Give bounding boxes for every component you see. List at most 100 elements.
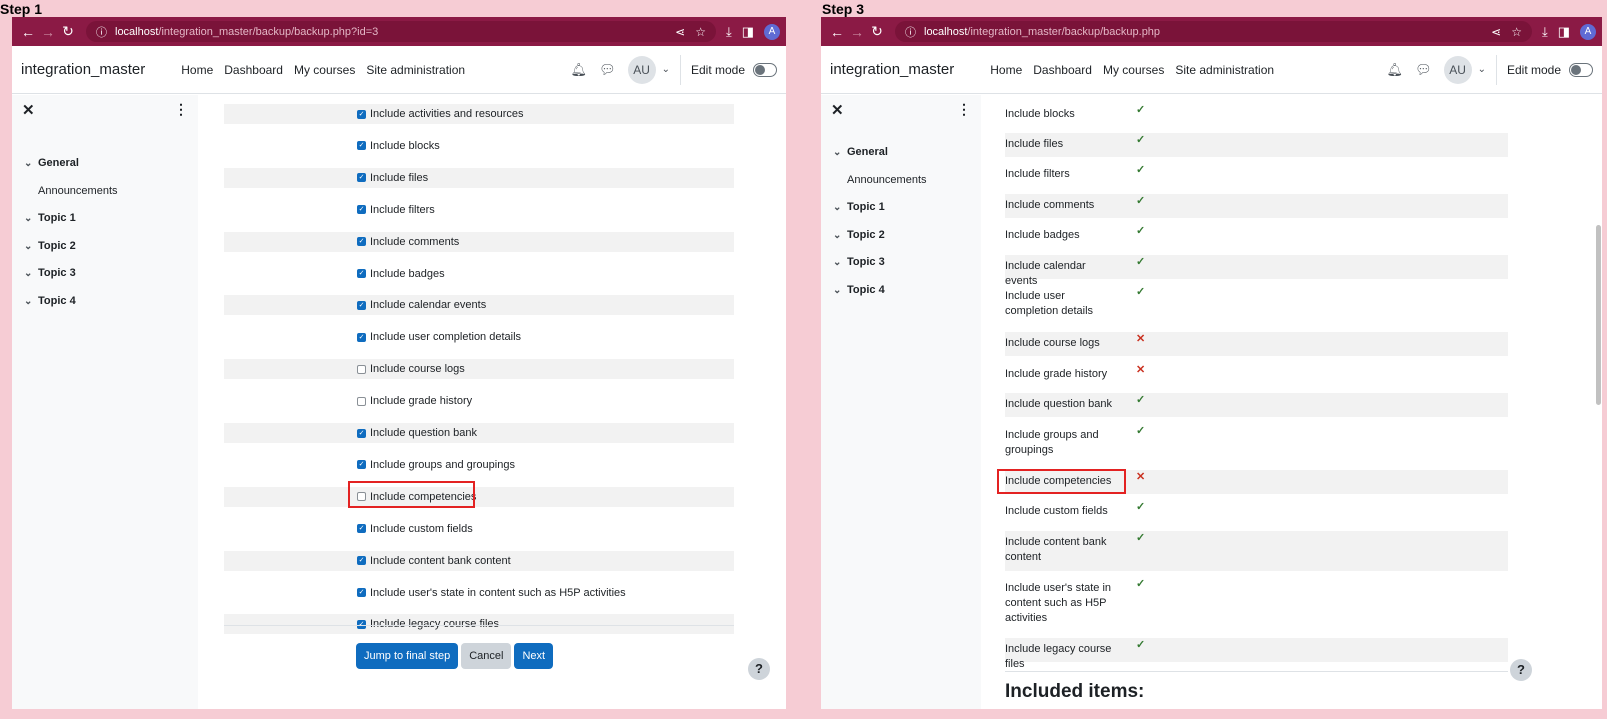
chevron-down-icon: ⌄ xyxy=(833,147,842,158)
setting-checkbox[interactable]: ✓ xyxy=(357,141,366,151)
setting-label[interactable]: Include custom fields xyxy=(370,523,473,535)
checkmark-icon: ✓ xyxy=(1136,578,1146,590)
scrollbar[interactable] xyxy=(1596,225,1601,405)
setting-label[interactable]: Include activities and resources xyxy=(370,108,523,120)
site-info-icon[interactable]: ⓘ xyxy=(96,24,107,40)
drawer-section-topic-1[interactable]: ⌄ Topic 1 xyxy=(24,212,76,224)
share-icon[interactable]: ⋖ xyxy=(675,25,685,39)
share-icon[interactable]: ⋖ xyxy=(1491,25,1501,39)
setting-label[interactable]: Include content bank content xyxy=(370,555,511,567)
drawer-item-announcements[interactable]: Announcements xyxy=(38,185,118,197)
setting-row: ✓ Include files xyxy=(224,167,734,188)
address-bar[interactable]: ⓘ localhost/integration_master/backup/ba… xyxy=(86,21,716,42)
side-panel-icon[interactable]: ◨ xyxy=(742,24,754,40)
drawer-section-general[interactable]: ⌄ General xyxy=(833,146,888,158)
summary-label: Include custom fields xyxy=(1005,505,1108,517)
summary-row: Include legacy course files ✓ xyxy=(1005,638,1508,670)
nav-my-courses[interactable]: My courses xyxy=(294,63,355,77)
user-avatar[interactable]: AU xyxy=(1443,55,1472,84)
forward-icon[interactable]: → xyxy=(38,24,58,40)
next-button[interactable]: Next xyxy=(514,643,554,669)
drawer-section-topic-3[interactable]: ⌄ Topic 3 xyxy=(24,267,76,279)
close-icon[interactable]: ✕ xyxy=(831,101,844,119)
drawer-section-general[interactable]: ⌄ General xyxy=(24,157,79,169)
setting-label[interactable]: Include grade history xyxy=(370,395,472,407)
profile-avatar[interactable]: A xyxy=(764,23,780,40)
drawer-section-topic-4[interactable]: ⌄ Topic 4 xyxy=(833,284,885,296)
setting-checkbox[interactable] xyxy=(357,364,366,374)
messages-icon[interactable]: 💬︎ xyxy=(599,62,616,78)
more-options-icon[interactable]: ⋮ xyxy=(174,101,188,118)
setting-checkbox[interactable]: ✓ xyxy=(357,556,366,566)
setting-label[interactable]: Include user's state in content such as … xyxy=(370,587,626,599)
nav-dashboard[interactable]: Dashboard xyxy=(224,63,283,77)
bookmark-star-icon[interactable]: ☆ xyxy=(1511,25,1522,39)
setting-checkbox[interactable]: ✓ xyxy=(357,269,366,278)
help-button[interactable]: ? xyxy=(748,658,770,680)
close-icon[interactable]: ✕ xyxy=(22,101,35,119)
back-icon[interactable]: ← xyxy=(18,24,38,40)
site-brand[interactable]: integration_master xyxy=(21,61,145,78)
setting-checkbox[interactable] xyxy=(357,396,366,406)
nav-home[interactable]: Home xyxy=(990,63,1022,77)
setting-label[interactable]: Include question bank xyxy=(370,427,477,439)
reload-icon[interactable]: ↻ xyxy=(867,23,887,40)
setting-label[interactable]: Include badges xyxy=(370,268,445,280)
drawer-item-announcements[interactable]: Announcements xyxy=(847,174,927,186)
drawer-section-topic-1[interactable]: ⌄ Topic 1 xyxy=(833,201,885,213)
chevron-down-icon[interactable]: ⌄ xyxy=(662,64,670,75)
cancel-button[interactable]: Cancel xyxy=(461,643,512,669)
setting-label[interactable]: Include groups and groupings xyxy=(370,459,515,471)
nav-site-administration[interactable]: Site administration xyxy=(1175,63,1274,77)
setting-checkbox[interactable]: ✓ xyxy=(357,460,366,470)
edit-mode-toggle[interactable] xyxy=(1569,62,1593,77)
setting-label[interactable]: Include comments xyxy=(370,236,459,248)
nav-my-courses[interactable]: My courses xyxy=(1103,63,1164,77)
notifications-bell-icon[interactable]: 🔔︎ xyxy=(1387,62,1404,78)
setting-label[interactable]: Include blocks xyxy=(370,140,440,152)
drawer-section-topic-2[interactable]: ⌄ Topic 2 xyxy=(833,229,885,241)
back-icon[interactable]: ← xyxy=(827,24,847,40)
notifications-bell-icon[interactable]: 🔔︎ xyxy=(571,62,588,78)
reload-icon[interactable]: ↻ xyxy=(58,23,78,40)
forward-icon[interactable]: → xyxy=(847,24,867,40)
setting-checkbox[interactable]: ✓ xyxy=(357,428,366,438)
drawer-section-topic-3[interactable]: ⌄ Topic 3 xyxy=(833,256,885,268)
setting-checkbox[interactable]: ✓ xyxy=(357,173,366,183)
setting-label[interactable]: Include course logs xyxy=(370,363,465,375)
nav-home[interactable]: Home xyxy=(181,63,213,77)
download-icon[interactable]: ⤓ xyxy=(726,24,732,40)
setting-checkbox[interactable]: ✓ xyxy=(357,332,366,342)
messages-icon[interactable]: 💬︎ xyxy=(1415,62,1432,78)
side-panel-icon[interactable]: ◨ xyxy=(1558,24,1570,40)
setting-label[interactable]: Include files xyxy=(370,172,428,184)
site-info-icon[interactable]: ⓘ xyxy=(905,24,916,40)
form-buttons: Jump to final step Cancel Next xyxy=(356,643,556,669)
site-brand[interactable]: integration_master xyxy=(830,61,954,78)
profile-avatar[interactable]: A xyxy=(1580,23,1596,40)
summary-label: Include question bank xyxy=(1005,398,1113,410)
setting-label[interactable]: Include calendar events xyxy=(370,299,486,311)
bookmark-star-icon[interactable]: ☆ xyxy=(695,25,706,39)
setting-checkbox[interactable]: ✓ xyxy=(357,524,366,534)
drawer-section-topic-2[interactable]: ⌄ Topic 2 xyxy=(24,240,76,252)
setting-checkbox[interactable]: ✓ xyxy=(357,109,366,119)
drawer-section-topic-4[interactable]: ⌄ Topic 4 xyxy=(24,295,76,307)
nav-site-administration[interactable]: Site administration xyxy=(366,63,465,77)
user-avatar[interactable]: AU xyxy=(627,55,656,84)
edit-mode-toggle[interactable] xyxy=(753,62,777,77)
jump-to-final-step-button[interactable]: Jump to final step xyxy=(356,643,459,669)
setting-checkbox[interactable]: ✓ xyxy=(357,588,366,597)
help-button[interactable]: ? xyxy=(1510,659,1532,681)
nav-dashboard[interactable]: Dashboard xyxy=(1033,63,1092,77)
more-options-icon[interactable]: ⋮ xyxy=(957,101,971,118)
setting-checkbox[interactable]: ✓ xyxy=(357,205,366,215)
setting-row: ✓ Include filters xyxy=(224,200,734,220)
address-bar[interactable]: ⓘ localhost/integration_master/backup/ba… xyxy=(895,21,1532,42)
setting-checkbox[interactable]: ✓ xyxy=(357,300,366,310)
chevron-down-icon[interactable]: ⌄ xyxy=(1478,64,1486,75)
setting-checkbox[interactable]: ✓ xyxy=(357,237,366,247)
setting-label[interactable]: Include filters xyxy=(370,204,435,216)
download-icon[interactable]: ⤓ xyxy=(1542,24,1548,40)
setting-label[interactable]: Include user completion details xyxy=(370,331,521,343)
